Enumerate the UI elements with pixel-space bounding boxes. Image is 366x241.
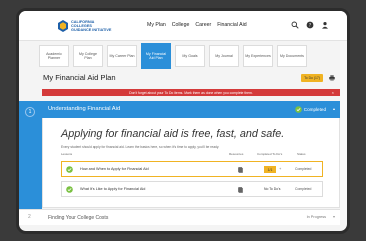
col-todo: Completed To Do's bbox=[257, 152, 283, 156]
tab-journal[interactable]: My Journal bbox=[209, 45, 239, 67]
main-nav: My Plan College Career Financial Aid bbox=[147, 22, 247, 28]
logo-text: CALIFORNIA COLLEGES GUIDANCE INITIATIVE bbox=[71, 20, 112, 33]
section-row[interactable]: 2 Finding Your College Costs In Progress… bbox=[19, 209, 340, 225]
tab-college-plan[interactable]: My College Plan bbox=[73, 45, 103, 67]
nav-financial-aid[interactable]: Financial Aid bbox=[217, 22, 246, 28]
section-headline: Applying for financial aid is free, fast… bbox=[61, 128, 285, 140]
logo-icon bbox=[58, 20, 68, 32]
tab-financial-aid-plan[interactable]: My Financial Aid Plan bbox=[141, 43, 171, 69]
tab-career-plan[interactable]: My Career Plan bbox=[107, 45, 137, 67]
lesson-todo-count: No To Do's bbox=[264, 187, 281, 191]
lesson-title[interactable]: What It's Like to Apply for Financial Ai… bbox=[80, 187, 145, 191]
section-number: 2 bbox=[28, 214, 31, 220]
section-subtext: Every student should apply for financial… bbox=[61, 145, 220, 149]
close-icon[interactable]: × bbox=[332, 89, 334, 96]
lesson-column-headers: Lessons Resources Completed To Do's Stat… bbox=[61, 152, 331, 158]
tab-experiences[interactable]: My Experiences bbox=[243, 45, 273, 67]
lesson-status: Completed bbox=[295, 187, 312, 191]
col-lessons: Lessons bbox=[61, 152, 73, 156]
chevron-down-icon[interactable]: ▾ bbox=[333, 214, 335, 219]
document-icon[interactable] bbox=[238, 167, 243, 173]
check-icon bbox=[66, 186, 73, 193]
section-header[interactable]: Understanding Financial Aid Completed ▴ bbox=[42, 101, 340, 118]
lesson-row[interactable]: How and When to Apply for Financial Aid … bbox=[61, 161, 323, 177]
tab-goals[interactable]: My Goals bbox=[175, 45, 205, 67]
nav-my-plan[interactable]: My Plan bbox=[147, 22, 166, 28]
lesson-status: Completed bbox=[295, 167, 312, 171]
nav-college[interactable]: College bbox=[172, 22, 190, 28]
help-icon[interactable]: ? bbox=[306, 21, 314, 29]
plus-icon[interactable]: + bbox=[279, 166, 281, 171]
nav-career[interactable]: Career bbox=[195, 22, 211, 28]
user-icon[interactable] bbox=[321, 21, 329, 29]
alert-text: Don't forget about your To Do items. Mar… bbox=[129, 90, 253, 95]
section-body: Applying for financial aid is free, fast… bbox=[42, 118, 340, 208]
section-rail: 1 bbox=[19, 101, 42, 209]
lesson-todo-count[interactable]: 1/1 bbox=[264, 166, 276, 173]
reminder-alert: Don't forget about your To Do items. Mar… bbox=[42, 89, 340, 96]
section-status: Completed bbox=[294, 106, 326, 113]
lesson-title[interactable]: How and When to Apply for Financial Aid bbox=[80, 167, 149, 171]
todo-button[interactable]: To Do (17) bbox=[301, 74, 323, 82]
col-resources: Resources bbox=[229, 152, 244, 156]
section-title: Understanding Financial Aid bbox=[48, 106, 121, 112]
print-icon[interactable] bbox=[329, 75, 335, 81]
col-status: Status bbox=[297, 152, 306, 156]
app-window: CALIFORNIA COLLEGES GUIDANCE INITIATIVE … bbox=[16, 8, 350, 234]
check-icon bbox=[294, 106, 302, 113]
chevron-up-icon[interactable]: ▴ bbox=[333, 106, 335, 111]
page-title: My Financial Aid Plan bbox=[43, 73, 116, 82]
top-navigation: CALIFORNIA COLLEGES GUIDANCE INITIATIVE … bbox=[19, 11, 347, 41]
document-icon[interactable] bbox=[238, 187, 243, 193]
site-logo[interactable]: CALIFORNIA COLLEGES GUIDANCE INITIATIVE bbox=[57, 20, 115, 34]
plan-tabs: Academic Planner My College Plan My Care… bbox=[39, 43, 307, 69]
section-status: In Progress bbox=[306, 215, 326, 219]
tab-academic-planner[interactable]: Academic Planner bbox=[39, 45, 69, 67]
search-icon[interactable] bbox=[291, 21, 299, 29]
nav-icons: ? bbox=[291, 21, 329, 29]
check-icon bbox=[66, 166, 73, 173]
section-status-text: Completed bbox=[303, 107, 326, 112]
section-number: 1 bbox=[25, 107, 35, 117]
section-title: Finding Your College Costs bbox=[48, 215, 109, 221]
lesson-row[interactable]: What It's Like to Apply for Financial Ai… bbox=[61, 181, 323, 197]
tab-documents[interactable]: My Documents bbox=[277, 45, 307, 67]
